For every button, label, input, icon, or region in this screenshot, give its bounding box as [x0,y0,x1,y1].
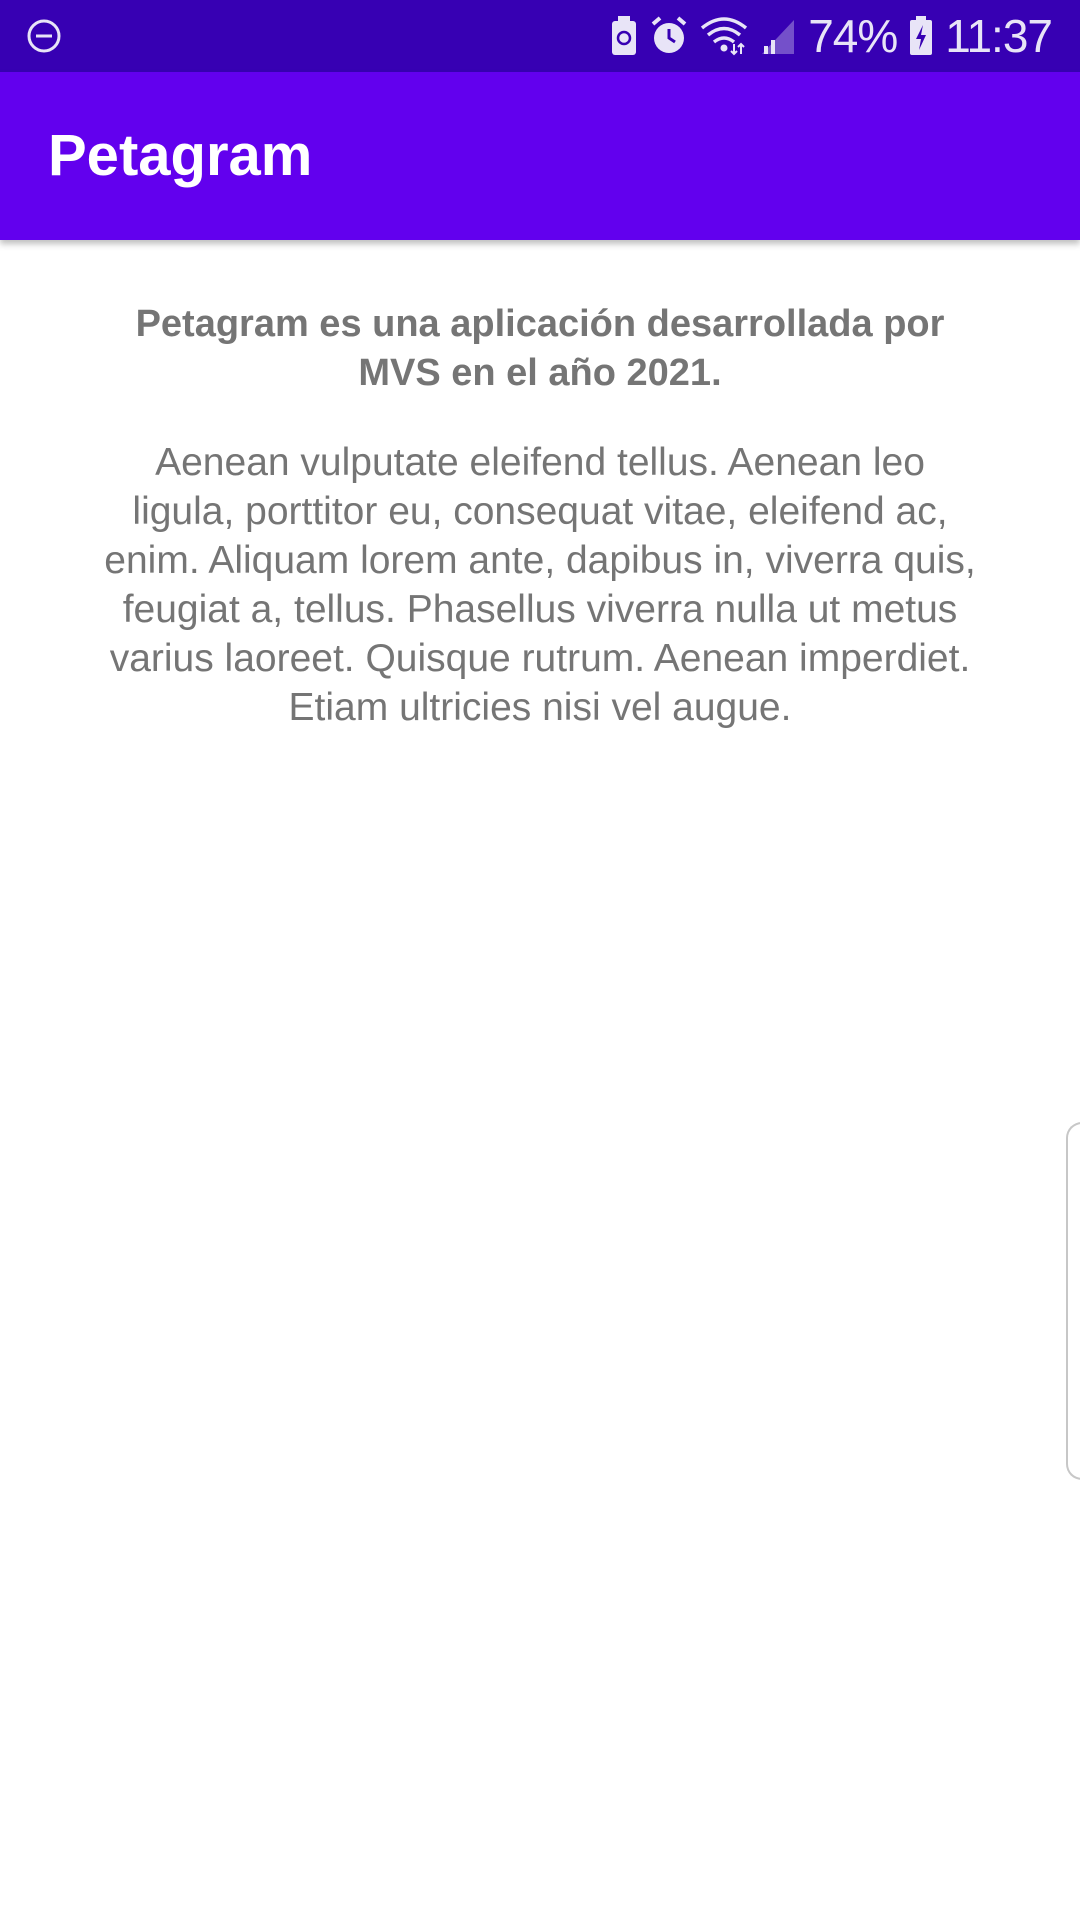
status-bar: 74% 11:37 [0,0,1080,72]
status-time: 11:37 [945,10,1053,62]
battery-charging-icon [909,16,933,56]
battery-saver-icon [610,16,638,56]
status-icons: 74% 11:37 [610,0,1053,72]
do-not-disturb-icon [26,18,62,54]
alarm-icon [650,16,688,56]
app-title: Petagram [48,123,313,188]
about-content: Petagram es una aplicación desarrollada … [100,300,980,732]
battery-percent: 74% [808,10,898,62]
edge-panel-handle[interactable] [1066,1122,1080,1480]
about-headline: Petagram es una aplicación desarrollada … [135,303,945,394]
app-bar: Petagram [0,72,1080,240]
wifi-icon [700,16,748,56]
signal-icon [760,16,796,56]
about-body-text: Aenean vulputate eleifend tellus. Aenean… [104,441,976,729]
